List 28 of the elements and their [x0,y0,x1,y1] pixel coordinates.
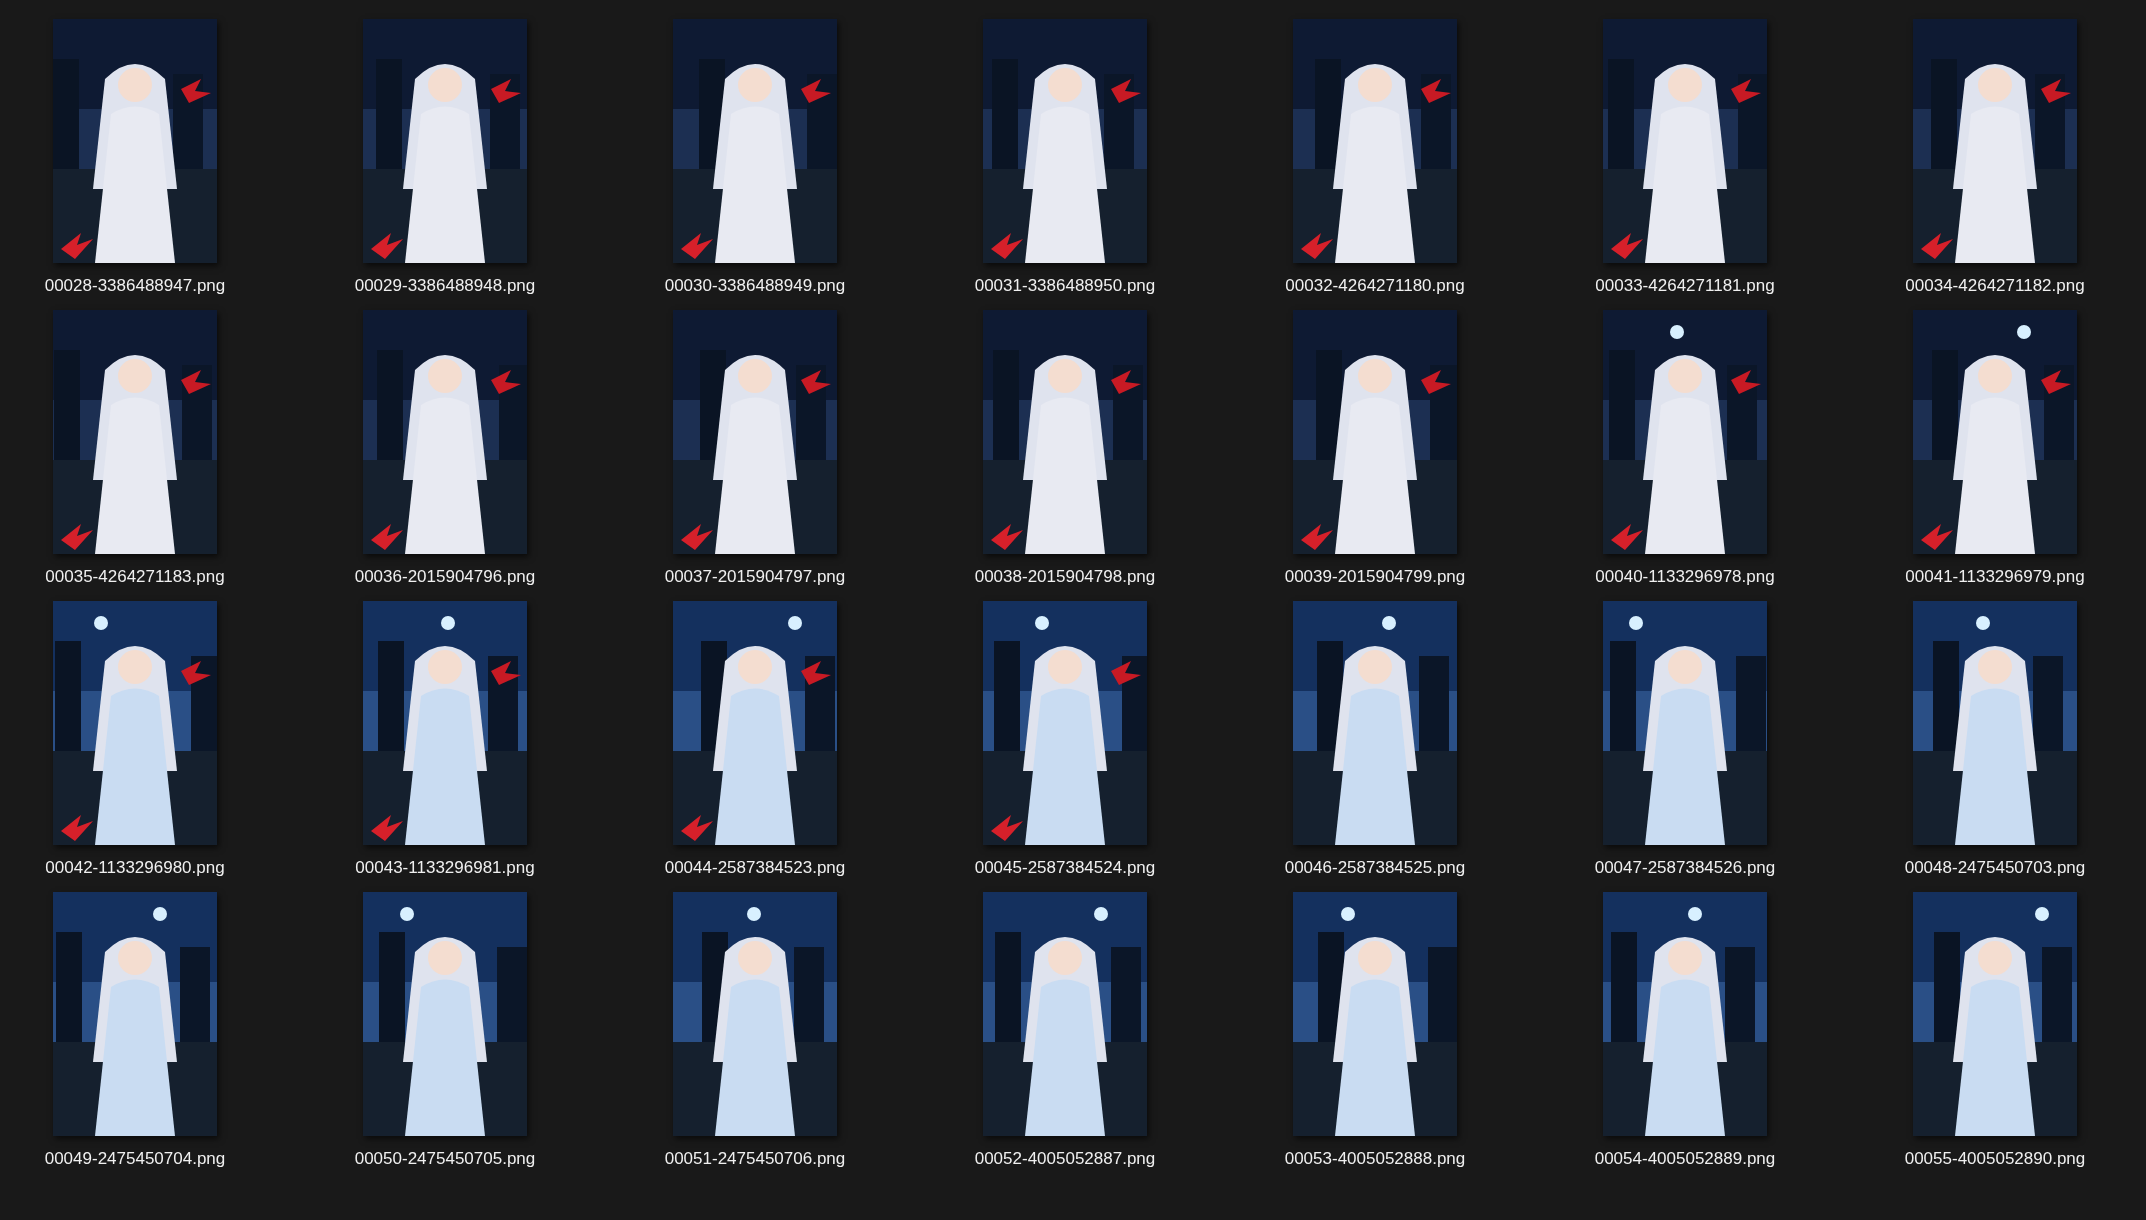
file-name: 00046-2587384525.png [1284,858,1466,878]
file-name: 00034-4264271182.png [1905,276,2085,296]
file-name: 00048-2475450703.png [1904,858,2086,878]
file-name: 00045-2587384524.png [974,858,1156,878]
file-name: 00044-2587384523.png [664,858,846,878]
file-name: 00040-1133296978.png [1595,567,1775,587]
file-name: 00054-4005052889.png [1594,1149,1776,1169]
file-name: 00037-2015904797.png [664,567,846,587]
file-name: 00042-1133296980.png [45,858,225,878]
file-name: 00055-4005052890.png [1904,1149,2086,1169]
file-name: 00035-4264271183.png [45,567,225,587]
file-name: 00038-2015904798.png [974,567,1156,587]
file-name: 00031-3386488950.png [974,276,1156,296]
file-name: 00049-2475450704.png [44,1149,226,1169]
file-name: 00053-4005052888.png [1284,1149,1466,1169]
file-name: 00036-2015904796.png [354,567,536,587]
file-name: 00050-2475450705.png [354,1149,536,1169]
file-name: 00047-2587384526.png [1594,858,1776,878]
file-name: 00033-4264271181.png [1595,276,1775,296]
file-name: 00039-2015904799.png [1284,567,1466,587]
file-name: 00051-2475450706.png [664,1149,846,1169]
file-name: 00030-3386488949.png [664,276,846,296]
file-name: 00052-4005052887.png [974,1149,1156,1169]
file-name: 00029-3386488948.png [354,276,536,296]
file-name: 00041-1133296979.png [1905,567,2085,587]
file-name: 00032-4264271180.png [1285,276,1465,296]
file-name: 00043-1133296981.png [355,858,535,878]
file-name: 00028-3386488947.png [44,276,226,296]
